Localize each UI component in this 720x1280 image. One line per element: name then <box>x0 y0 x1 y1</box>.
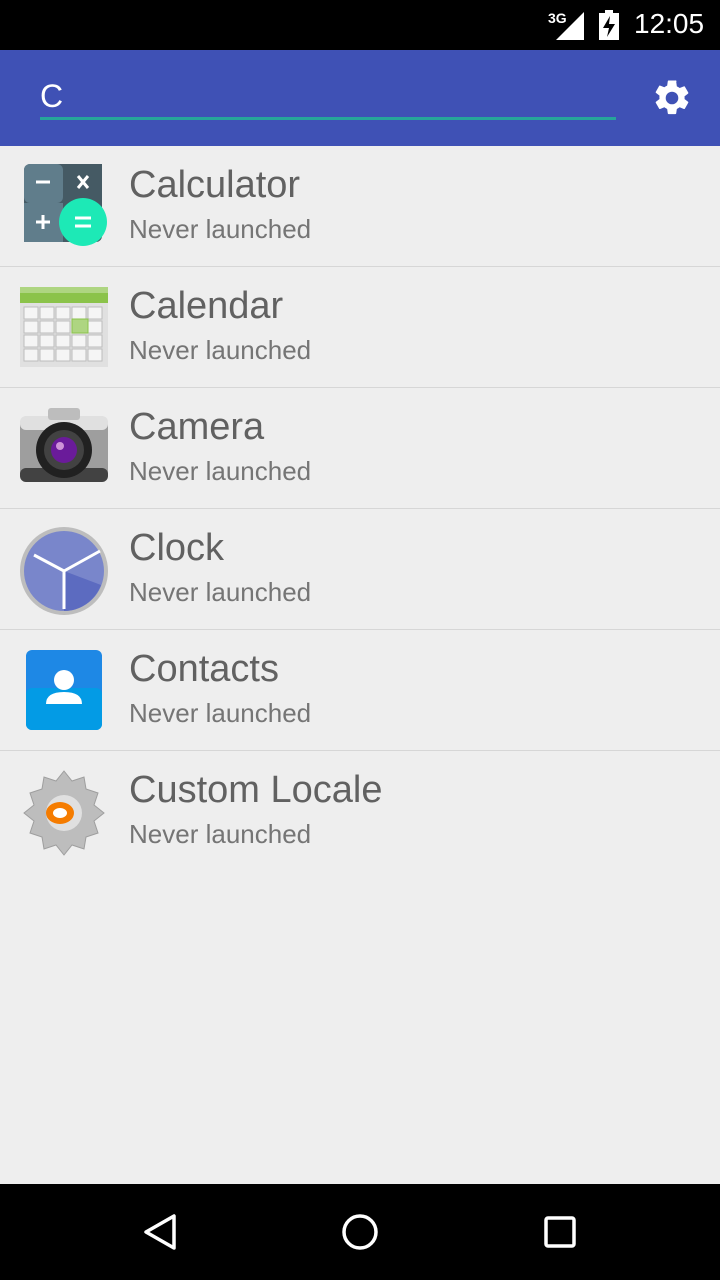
app-name: Calculator <box>129 164 301 206</box>
app-subtitle: Never launched <box>129 698 312 728</box>
recents-button[interactable] <box>536 1208 584 1256</box>
battery-charging-icon <box>599 10 619 40</box>
home-icon <box>342 1214 378 1250</box>
app-subtitle: Never launched <box>129 214 312 244</box>
app-subtitle: Never launched <box>129 577 312 607</box>
app-subtitle: Never launched <box>129 456 312 486</box>
app-subtitle: Never launched <box>129 819 312 849</box>
search-input[interactable] <box>40 76 616 120</box>
app-name: Contacts <box>129 648 279 690</box>
back-icon <box>144 1214 176 1250</box>
app-row-contacts[interactable]: Contacts Never launched <box>0 630 720 751</box>
toolbar <box>0 50 720 146</box>
recents-icon <box>544 1216 576 1248</box>
status-bar: 3G 12:05 <box>0 0 720 50</box>
app-row-camera[interactable]: Camera Never launched <box>0 388 720 509</box>
signal-icon <box>556 12 584 40</box>
app-row-custom-locale[interactable]: Custom Locale Never launched <box>0 751 720 872</box>
navigation-bar <box>0 1184 720 1280</box>
custom-locale-icon <box>23 770 105 856</box>
app-row-calculator[interactable]: Calculator Never launched <box>0 146 720 267</box>
camera-icon <box>20 408 108 482</box>
gear-icon <box>655 80 689 115</box>
app-name: Camera <box>129 406 265 448</box>
home-button[interactable] <box>336 1208 384 1256</box>
app-name: Clock <box>129 527 225 569</box>
contacts-icon <box>26 650 102 730</box>
calendar-icon <box>20 287 108 367</box>
clock-icon <box>20 527 108 615</box>
app-list: Calculator Never launched Calendar Never… <box>0 146 720 872</box>
settings-button[interactable] <box>648 74 696 122</box>
app-row-calendar[interactable]: Calendar Never launched <box>0 267 720 388</box>
app-name: Calendar <box>129 285 284 327</box>
app-row-clock[interactable]: Clock Never launched <box>0 509 720 630</box>
back-button[interactable] <box>136 1208 184 1256</box>
calculator-icon <box>24 164 107 246</box>
clock-time: 12:05 <box>634 8 705 39</box>
app-subtitle: Never launched <box>129 335 312 365</box>
app-name: Custom Locale <box>129 769 383 811</box>
